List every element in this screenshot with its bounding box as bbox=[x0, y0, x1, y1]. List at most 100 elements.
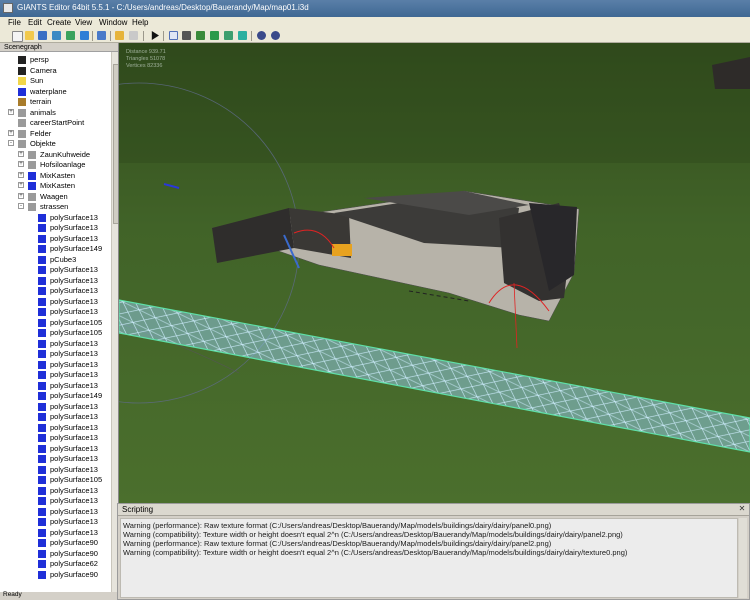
water-icon[interactable] bbox=[238, 31, 247, 40]
tree-item[interactable]: polySurface13 bbox=[0, 286, 111, 296]
refresh-icon[interactable] bbox=[66, 31, 75, 40]
tree-item[interactable]: + Felder bbox=[0, 129, 111, 139]
tree-item[interactable]: polySurface13 bbox=[0, 234, 111, 244]
tree-item[interactable]: polySurface13 bbox=[0, 223, 111, 233]
tree-item[interactable]: waterplane bbox=[0, 87, 111, 97]
foliage-paint-icon[interactable] bbox=[210, 31, 219, 40]
expand-toggle-icon[interactable]: + bbox=[8, 108, 14, 115]
log-line: Warning (compatibility): Texture width o… bbox=[123, 548, 628, 557]
save-icon[interactable] bbox=[38, 31, 47, 40]
tree-item[interactable]: terrain bbox=[0, 97, 111, 107]
open-icon[interactable] bbox=[25, 31, 34, 40]
toolbar-separator bbox=[143, 31, 144, 41]
settings-icon[interactable] bbox=[257, 31, 266, 40]
tree-item[interactable]: polySurface13 bbox=[0, 339, 111, 349]
tree-item[interactable]: polySurface13 bbox=[0, 517, 111, 527]
terrain-paint-icon[interactable] bbox=[196, 31, 205, 40]
gear-icon[interactable] bbox=[271, 31, 280, 40]
tree-item[interactable]: polySurface90 bbox=[0, 549, 111, 559]
tree-item[interactable]: + Waagen bbox=[0, 192, 111, 202]
tree-item[interactable]: polySurface13 bbox=[0, 360, 111, 370]
close-icon[interactable]: ✕ bbox=[738, 505, 746, 513]
tree-item[interactable]: polySurface13 bbox=[0, 381, 111, 391]
tree-item[interactable]: polySurface90 bbox=[0, 570, 111, 580]
tree-item[interactable]: polySurface13 bbox=[0, 465, 111, 475]
expand-toggle-icon[interactable]: - bbox=[8, 140, 14, 146]
tree-item-label: polySurface90 bbox=[50, 538, 98, 547]
menu-view[interactable]: View bbox=[75, 18, 92, 28]
tree-item[interactable]: polySurface13 bbox=[0, 528, 111, 538]
tree-item[interactable]: Camera bbox=[0, 66, 111, 76]
menu-edit[interactable]: Edit bbox=[28, 18, 42, 28]
tree-item[interactable]: polySurface90 bbox=[0, 538, 111, 548]
tree-item[interactable]: polySurface13 bbox=[0, 276, 111, 286]
new-icon[interactable] bbox=[12, 31, 23, 42]
cube-node-icon bbox=[38, 308, 46, 316]
tree-item[interactable]: pCube3 bbox=[0, 255, 111, 265]
tree-item[interactable]: polySurface13 bbox=[0, 307, 111, 317]
tree-item[interactable]: polySurface13 bbox=[0, 412, 111, 422]
move-icon[interactable] bbox=[182, 31, 191, 40]
tree-item[interactable]: polySurface13 bbox=[0, 433, 111, 443]
tree-item[interactable]: polySurface13 bbox=[0, 423, 111, 433]
tree-item[interactable]: persp bbox=[0, 55, 111, 65]
cube-node-icon bbox=[38, 507, 46, 516]
tree-item-label: polySurface13 bbox=[50, 454, 98, 463]
terrain-sculpt-icon[interactable] bbox=[224, 31, 233, 40]
tree-item[interactable]: polySurface13 bbox=[0, 265, 111, 275]
tree-item[interactable]: polySurface13 bbox=[0, 213, 111, 223]
window-title: GIANTS Editor 64bit 5.5.1 - C:/Users/and… bbox=[17, 3, 309, 12]
tree-item[interactable]: polySurface105 bbox=[0, 318, 111, 328]
tree-item[interactable]: careerStartPoint bbox=[0, 118, 111, 128]
tree-item[interactable]: polySurface13 bbox=[0, 402, 111, 412]
tree-item[interactable]: polySurface13 bbox=[0, 454, 111, 464]
expand-toggle-icon[interactable]: - bbox=[18, 203, 24, 209]
tree-item-label: polySurface13 bbox=[50, 380, 98, 390]
tree-item[interactable]: polySurface62 bbox=[0, 559, 111, 569]
tree-item[interactable]: polySurface13 bbox=[0, 496, 111, 506]
tree-item[interactable]: - Objekte bbox=[0, 139, 111, 149]
tree-item[interactable]: polySurface13 bbox=[0, 349, 111, 359]
tree-item[interactable]: polySurface13 bbox=[0, 297, 111, 307]
group-node-icon bbox=[28, 203, 36, 211]
tree-item[interactable]: Sun bbox=[0, 76, 111, 86]
tree-item[interactable]: - strassen bbox=[0, 202, 111, 212]
play-icon[interactable] bbox=[151, 31, 159, 40]
expand-toggle-icon[interactable]: + bbox=[18, 161, 24, 167]
menu-window[interactable]: Window bbox=[99, 18, 127, 28]
tree-item[interactable]: + Hofsiloanlage bbox=[0, 160, 111, 170]
tree-item-label: polySurface13 bbox=[50, 338, 98, 348]
cube-node-icon bbox=[38, 497, 46, 505]
tree-item[interactable]: polySurface105 bbox=[0, 475, 111, 485]
menu-help[interactable]: Help bbox=[132, 18, 148, 28]
save-as-icon[interactable] bbox=[52, 31, 61, 40]
tree-item-label: polySurface105 bbox=[50, 328, 103, 337]
expand-toggle-icon[interactable]: + bbox=[18, 150, 24, 157]
tree-item[interactable]: polySurface13 bbox=[0, 370, 111, 380]
scripting-scrollbar[interactable] bbox=[739, 518, 747, 598]
select-icon[interactable] bbox=[169, 31, 178, 40]
3d-viewport[interactable]: Distance 939.71 Triangles 51078 Vertices… bbox=[119, 43, 750, 503]
expand-toggle-icon[interactable]: + bbox=[18, 192, 24, 199]
tree-item[interactable]: polySurface13 bbox=[0, 444, 111, 454]
redo-icon[interactable] bbox=[129, 31, 138, 40]
tree-item[interactable]: polySurface149 bbox=[0, 244, 111, 254]
tree-item[interactable]: + MixKasten bbox=[0, 181, 111, 191]
expand-toggle-icon[interactable]: + bbox=[18, 171, 24, 178]
expand-toggle-icon[interactable]: + bbox=[18, 182, 24, 188]
tree-item[interactable]: + animals bbox=[0, 108, 111, 118]
tree-item[interactable]: polySurface105 bbox=[0, 328, 111, 338]
menu-create[interactable]: Create bbox=[47, 18, 71, 28]
export-icon[interactable] bbox=[80, 31, 89, 40]
tree-item[interactable]: polySurface149 bbox=[0, 391, 111, 401]
tree-item[interactable]: polySurface13 bbox=[0, 507, 111, 517]
menu-file[interactable]: File bbox=[8, 18, 21, 28]
undo-icon[interactable] bbox=[115, 31, 124, 40]
expand-toggle-icon[interactable]: + bbox=[8, 129, 14, 136]
import-icon[interactable] bbox=[97, 31, 106, 40]
scripting-output[interactable]: Warning (performance): Raw texture forma… bbox=[120, 518, 738, 598]
tree-item[interactable]: + ZaunKuhweide bbox=[0, 150, 111, 160]
tree-item[interactable]: polySurface13 bbox=[0, 486, 111, 496]
cube-node-icon bbox=[38, 381, 46, 390]
tree-item[interactable]: + MixKasten bbox=[0, 171, 111, 181]
